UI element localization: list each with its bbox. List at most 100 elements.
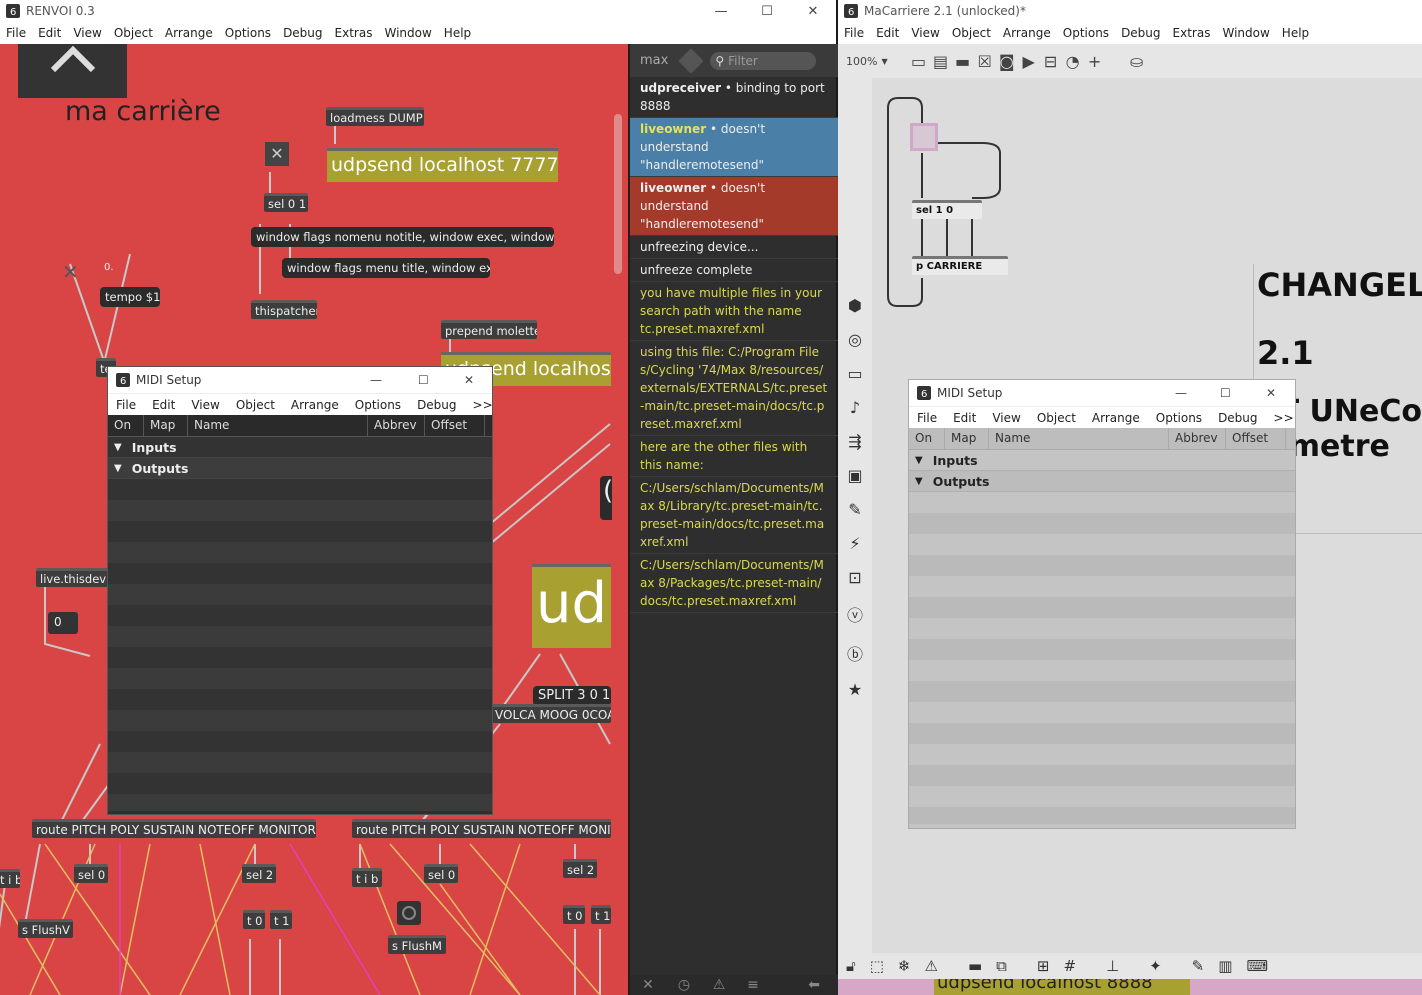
tib-object-2[interactable]: t i b [352, 868, 382, 887]
piano-icon[interactable]: ▥ [1218, 957, 1232, 975]
close-icon[interactable]: ✕ [1266, 386, 1276, 400]
menu-window[interactable]: Window [378, 26, 437, 40]
minimize-icon[interactable]: — [1175, 386, 1187, 400]
t1-object-a[interactable]: t 1 [270, 910, 292, 929]
minimize-icon[interactable]: — [698, 0, 744, 22]
menu-object[interactable]: Object [228, 398, 283, 412]
close-icon[interactable]: ✕ [464, 373, 474, 387]
add-icon[interactable]: + [1084, 50, 1106, 72]
menu-options[interactable]: Options [1148, 411, 1210, 425]
bus-icon[interactable]: ▭ [847, 364, 862, 383]
toggle-icon[interactable]: ▶ [1018, 50, 1040, 72]
menu-edit[interactable]: Edit [870, 26, 905, 40]
v-icon[interactable]: ⓥ [847, 602, 863, 626]
menu-object[interactable]: Object [108, 26, 159, 40]
menu-options[interactable]: Options [347, 398, 409, 412]
menu-view[interactable]: View [67, 26, 107, 40]
back-arrow-icon[interactable]: ⬅ [770, 977, 820, 993]
flushm-object[interactable]: s FlushM [388, 935, 446, 954]
sel-2-object-b[interactable]: sel 2 [563, 859, 597, 878]
console-row[interactable]: unfreezing device... [630, 236, 838, 259]
col-abbrev[interactable]: Abbrev [368, 415, 425, 436]
console-row[interactable]: udpreceiver • binding to port 8888 [630, 77, 838, 118]
object-box-icon[interactable]: ☒ [974, 50, 996, 72]
menu-edit[interactable]: Edit [144, 398, 183, 412]
chat-icon[interactable]: ▬ [968, 957, 982, 975]
menu-edit[interactable]: Edit [32, 26, 67, 40]
menu-view[interactable]: View [905, 26, 945, 40]
col-offset[interactable]: Offset [425, 415, 485, 436]
plug-icon[interactable]: ⚡ [849, 534, 860, 553]
route-object-2[interactable]: route PITCH POLY SUSTAIN NOTEOFF MONIT [352, 819, 611, 838]
console-row[interactable]: unfreeze complete [630, 259, 838, 282]
wrench-icon[interactable]: ✎ [1192, 957, 1205, 975]
route-object-1[interactable]: route PITCH POLY SUSTAIN NOTEOFF MONITOR [32, 819, 316, 838]
toggle-x-small-icon[interactable]: ✕ [62, 260, 79, 284]
col-name[interactable]: Name [989, 428, 1169, 449]
console-pin-icon[interactable] [678, 47, 705, 74]
tib-object-1[interactable]: t i b [0, 869, 20, 888]
signal-icon[interactable]: ⇶ [848, 432, 861, 451]
list-icon[interactable]: ≡ [736, 977, 770, 993]
ud-message[interactable]: ud [532, 564, 611, 648]
menu-arrange[interactable]: Arrange [997, 26, 1057, 40]
col-offset[interactable]: Offset [1226, 428, 1286, 449]
t0-object-b[interactable]: t 0 [563, 905, 585, 924]
b-icon[interactable]: ⓑ [847, 641, 863, 665]
menu-file[interactable]: File [909, 411, 945, 425]
menu-options[interactable]: Options [1057, 26, 1115, 40]
console-row[interactable]: liveowner • doesn't understand "handlere… [630, 177, 838, 236]
sel-0-object-a[interactable]: sel 0 [74, 864, 108, 883]
image-icon[interactable]: ▣ [847, 466, 862, 485]
paren-object[interactable]: ( [600, 476, 613, 520]
menu-arrange[interactable]: Arrange [159, 26, 219, 40]
col-on[interactable]: On [909, 428, 945, 449]
col-map[interactable]: Map [945, 428, 989, 449]
menu-debug[interactable]: Debug [1210, 411, 1265, 425]
right-message-box[interactable] [910, 123, 938, 151]
flushv-object[interactable]: s FlushV [18, 919, 73, 938]
split-message[interactable]: SPLIT 3 0 1 [533, 686, 611, 706]
warning-icon[interactable]: ⚠ [702, 977, 736, 993]
vertical-scrollbar[interactable] [614, 114, 622, 274]
maximize-icon[interactable]: ☐ [1220, 386, 1231, 400]
console-filter-field[interactable]: ⚲ Filter [710, 51, 817, 70]
menu-file[interactable]: File [108, 398, 144, 412]
col-abbrev[interactable]: Abbrev [1169, 428, 1226, 449]
group-outputs[interactable]: ▼ Outputs [108, 458, 492, 479]
close-x-button[interactable] [18, 44, 127, 98]
grid-icon[interactable]: # [1063, 957, 1076, 975]
wand-icon[interactable]: ✦ [1149, 957, 1162, 975]
p-carriere-object[interactable]: p CARRIERE [912, 256, 1008, 275]
menu-file[interactable]: File [838, 26, 870, 40]
thispatcher-object[interactable]: thispatcher [251, 300, 317, 319]
menu-file[interactable]: File [0, 26, 32, 40]
select-icon[interactable]: ⬚ [870, 957, 884, 975]
slider-icon[interactable]: ⊟ [1040, 50, 1062, 72]
console-row[interactable]: here are the other files with this name: [630, 436, 838, 477]
close-icon[interactable]: ✕ [790, 0, 836, 22]
menu-more[interactable]: >> [465, 398, 501, 412]
menu-debug[interactable]: Debug [1115, 26, 1166, 40]
menu-extras[interactable]: Extras [1167, 26, 1217, 40]
t0-object-a[interactable]: t 0 [243, 910, 265, 929]
dial-icon[interactable]: ◔ [1062, 50, 1084, 72]
edit-icon[interactable]: ▤ [930, 50, 952, 72]
console-row[interactable]: using this file: C:/Program Files/Cyclin… [630, 341, 838, 436]
console-row[interactable]: C:/Users/schlam/Documents/Max 8/Library/… [630, 477, 838, 554]
bang-button[interactable] [397, 901, 421, 925]
bottom-udpsend-message[interactable]: udpsend localhost 8888 [838, 979, 1422, 995]
group-inputs[interactable]: ▼ Inputs [108, 437, 492, 458]
note-icon[interactable]: ♪ [850, 398, 860, 417]
snowflake-icon[interactable]: ❄ [898, 957, 911, 975]
clip-icon[interactable]: ✎ [848, 500, 861, 519]
menu-extras[interactable]: Extras [329, 26, 379, 40]
number-box[interactable]: 0 [48, 612, 78, 634]
paint-bucket-icon[interactable]: ⛀ [1126, 50, 1148, 72]
layers-icon[interactable]: ⧉ [996, 957, 1007, 975]
minimize-icon[interactable]: — [370, 373, 382, 387]
col-map[interactable]: Map [144, 415, 188, 436]
menu-help[interactable]: Help [1276, 26, 1315, 40]
lock-icon[interactable]: 🔓︎ [846, 957, 856, 975]
menu-arrange[interactable]: Arrange [1084, 411, 1148, 425]
